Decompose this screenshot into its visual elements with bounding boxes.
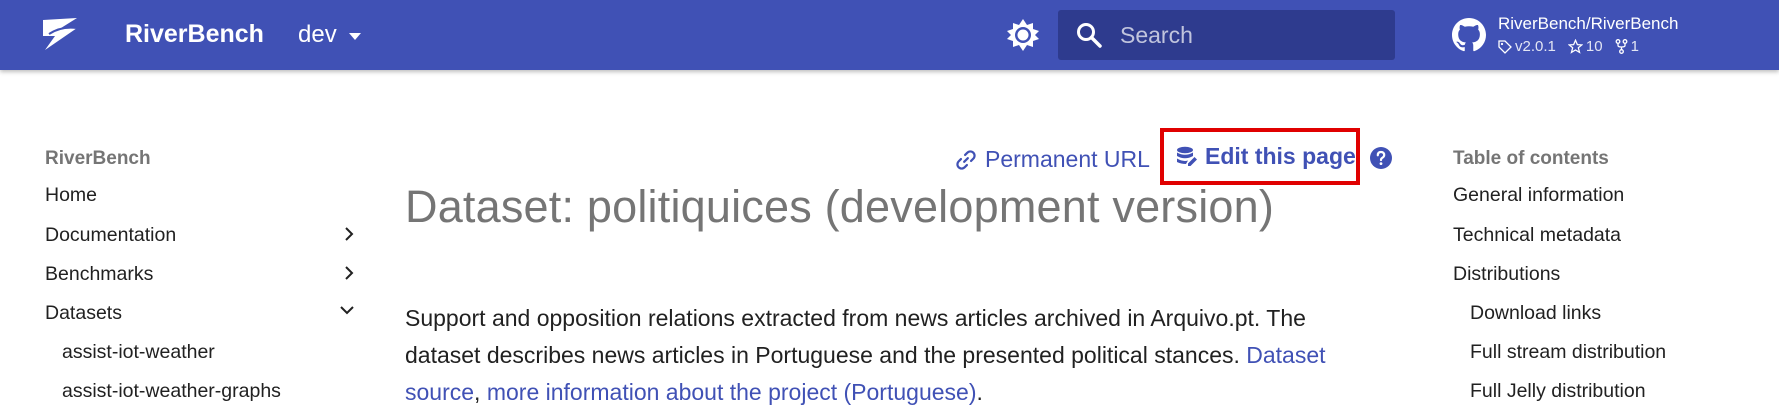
toc-item-distributions[interactable]: Distributions bbox=[1453, 254, 1773, 293]
toc-item-download-links[interactable]: Download links bbox=[1453, 293, 1773, 332]
nav-item-assist-iot-weather-graphs[interactable]: assist-iot-weather-graphs bbox=[45, 371, 355, 410]
version-selector[interactable]: dev bbox=[298, 21, 361, 49]
nav-item-label: Benchmarks bbox=[45, 263, 154, 285]
star-icon bbox=[1567, 39, 1583, 54]
chevron-right-icon[interactable] bbox=[343, 226, 355, 242]
nav-item-assist-iot-weather[interactable]: assist-iot-weather bbox=[45, 332, 355, 371]
toc-item-full-jelly-distribution[interactable]: Full Jelly distribution bbox=[1453, 371, 1773, 410]
link-icon bbox=[956, 149, 976, 170]
nav-item-label: assist-iot-weather-graphs bbox=[62, 380, 281, 402]
brightness-icon[interactable] bbox=[1005, 17, 1041, 53]
nav-item-benchmarks[interactable]: Benchmarks bbox=[45, 254, 355, 293]
nav-item-label: Home bbox=[45, 184, 98, 206]
project-info-link[interactable]: more information about the project (Port… bbox=[487, 379, 977, 405]
fork-icon bbox=[1615, 39, 1628, 54]
search-input[interactable] bbox=[1120, 10, 1380, 60]
edit-page-label: Edit this page bbox=[1205, 143, 1356, 169]
nav-title: RiverBench bbox=[45, 148, 151, 169]
caret-down-icon bbox=[348, 32, 361, 40]
toc-title: Table of contents bbox=[1453, 148, 1609, 169]
toc-item-general-information[interactable]: General information bbox=[1453, 176, 1773, 215]
primary-nav: RiverBench Home Documentation Benchmarks… bbox=[45, 148, 355, 410]
repo-stars-fact: 10 bbox=[1567, 38, 1603, 55]
toc-item-full-stream-distribution[interactable]: Full stream distribution bbox=[1453, 332, 1773, 371]
permanent-url-label: Permanent URL bbox=[985, 146, 1150, 172]
link-separator: , bbox=[474, 379, 487, 405]
repo-facts: v2.0.1 10 1 bbox=[1498, 38, 1639, 55]
description-end: . bbox=[976, 379, 983, 405]
database-edit-icon bbox=[1177, 146, 1197, 166]
repo-version-fact: v2.0.1 bbox=[1498, 38, 1556, 55]
chevron-down-icon[interactable] bbox=[339, 304, 355, 316]
repo-name: RiverBench/RiverBench bbox=[1498, 14, 1679, 33]
search-box[interactable] bbox=[1058, 10, 1395, 60]
permanent-url-link[interactable]: Permanent URL bbox=[955, 146, 1150, 173]
repo-version: v2.0.1 bbox=[1515, 38, 1556, 55]
edit-page-button[interactable]: Edit this page bbox=[1160, 128, 1360, 185]
description-text: Support and opposition relations extract… bbox=[405, 305, 1306, 368]
chevron-right-icon[interactable] bbox=[343, 265, 355, 281]
repo-forks-fact: 1 bbox=[1615, 38, 1639, 55]
dataset-description: Support and opposition relations extract… bbox=[405, 300, 1355, 411]
tag-icon bbox=[1498, 39, 1512, 54]
version-label: dev bbox=[298, 21, 337, 48]
toc-item-technical-metadata[interactable]: Technical metadata bbox=[1453, 215, 1773, 254]
riverbench-logo-icon[interactable] bbox=[41, 16, 81, 52]
page-actions: Permanent URL Edit this page bbox=[955, 128, 1392, 185]
nav-item-datasets[interactable]: Datasets bbox=[45, 293, 355, 332]
repo-stars: 10 bbox=[1585, 38, 1603, 55]
site-name[interactable]: RiverBench bbox=[125, 20, 264, 49]
nav-item-label: assist-iot-weather bbox=[62, 341, 215, 363]
page-title: Dataset: politiquices (development versi… bbox=[405, 181, 1275, 232]
nav-item-label: Documentation bbox=[45, 224, 177, 246]
table-of-contents: Table of contents General information Te… bbox=[1453, 148, 1773, 410]
nav-item-label: Datasets bbox=[45, 302, 122, 324]
repo-forks: 1 bbox=[1630, 38, 1639, 55]
github-icon bbox=[1452, 18, 1486, 52]
help-icon[interactable] bbox=[1370, 147, 1392, 169]
nav-item-documentation[interactable]: Documentation bbox=[45, 215, 355, 254]
nav-item-home[interactable]: Home bbox=[45, 176, 355, 215]
search-icon bbox=[1077, 23, 1102, 48]
top-header: RiverBench dev RiverBench/RiverBench v2.… bbox=[0, 0, 1779, 70]
